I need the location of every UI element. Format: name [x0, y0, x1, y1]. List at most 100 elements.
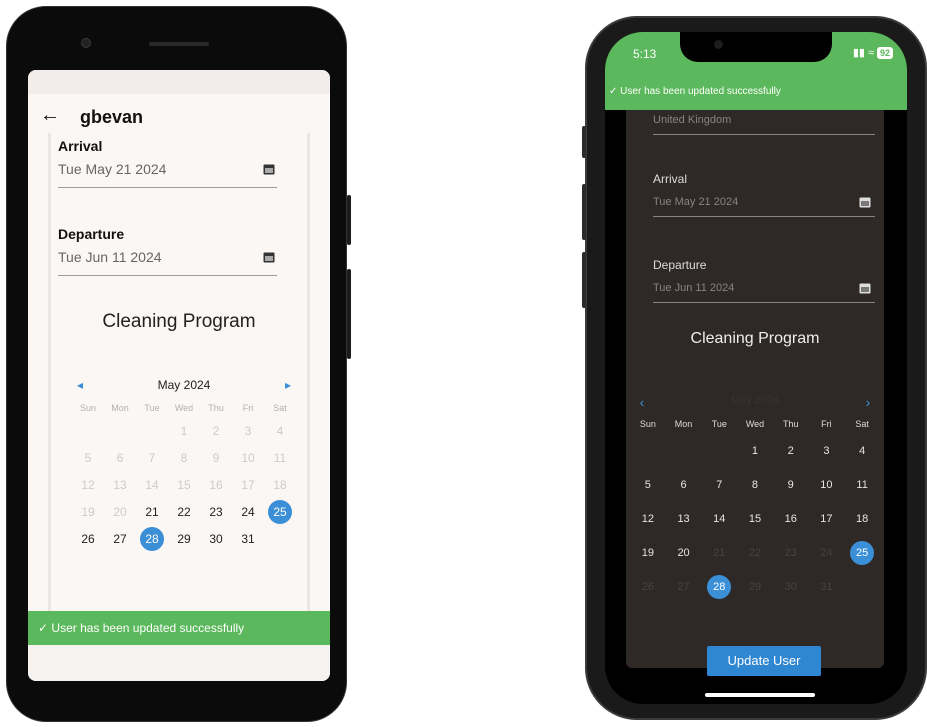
calendar-day: 9	[212, 451, 220, 465]
calendar-day[interactable]: 22	[168, 499, 200, 526]
calendar-day: 2	[212, 424, 220, 438]
section-title: Cleaning Program	[102, 311, 256, 332]
calendar-day[interactable]: 24	[232, 499, 264, 526]
calendar-day[interactable]: 29	[168, 526, 200, 553]
weekday-label: Wed	[745, 419, 765, 429]
calendar-day: 8	[180, 451, 188, 465]
check-circle-icon: ✓︎	[609, 86, 618, 97]
departure-value[interactable]: Tue Jun 11 2024	[58, 249, 162, 265]
calendar-day[interactable]: 9	[773, 468, 809, 502]
calendar-day[interactable]: 31	[232, 526, 264, 553]
calendar-day[interactable]: 11	[844, 468, 880, 502]
calendar-day[interactable]: 26	[72, 526, 104, 553]
calendar-day[interactable]: 2	[773, 434, 809, 468]
success-snackbar: ✓︎ User has been updated successfully	[28, 611, 330, 645]
calendar-day: 15	[177, 478, 191, 492]
home-indicator[interactable]	[705, 693, 815, 697]
status-icons: ▮▮ ≈ 92	[853, 46, 893, 59]
weekday-label: Tue	[711, 419, 727, 429]
signal-icon: ▮▮	[852, 47, 865, 59]
calendar-day[interactable]: 7	[701, 468, 737, 502]
calendar-day: 5	[84, 451, 92, 465]
departure-field[interactable]: Departure Tue Jun 11 2024	[653, 258, 875, 303]
calendar-day[interactable]: 12	[630, 502, 666, 536]
calendar-day: 11	[273, 451, 287, 465]
calendar-day[interactable]: 6	[666, 468, 702, 502]
snackbar-text: User has been updated successfully	[620, 86, 781, 97]
country-underline	[653, 134, 875, 135]
android-phone: ← gbevan Arrival Tue May 21 2024 Departu…	[6, 6, 351, 722]
weekday-header: Sun Mon Tue Wed Thu Fri Sat	[630, 414, 880, 434]
page-title: gbevan	[80, 107, 144, 127]
back-arrow-icon[interactable]: ←	[38, 104, 62, 128]
next-month-icon[interactable]: ▸	[280, 378, 296, 392]
calendar-icon[interactable]	[263, 251, 275, 263]
notch	[680, 32, 832, 62]
calendar-blank	[630, 434, 666, 468]
battery-icon: 92	[876, 46, 893, 59]
calendar-day: 23	[784, 547, 797, 559]
calendar: ◂ May 2024 ▸ Sun Mon Tue Wed Thu Fri Sat 12345…	[72, 378, 296, 553]
calendar-day-selected[interactable]: 28	[701, 570, 737, 604]
weekday-label: Tue	[144, 403, 160, 413]
calendar-blank	[104, 418, 136, 445]
arrival-field[interactable]: Arrival Tue May 21 2024	[653, 172, 875, 217]
calendar-day: 12	[81, 478, 95, 492]
calendar-day-selected[interactable]: 25	[844, 536, 880, 570]
calendar-day: 24	[820, 547, 833, 559]
country-value[interactable]: United Kingdom	[653, 114, 731, 126]
calendar-day[interactable]: 20	[666, 536, 702, 570]
calendar-day-selected[interactable]: 28	[136, 526, 168, 553]
arrival-label: Arrival	[58, 138, 103, 154]
front-camera	[81, 38, 91, 48]
calendar-day[interactable]: 17	[809, 502, 845, 536]
calendar-day[interactable]: 23	[200, 499, 232, 526]
calendar-day[interactable]: 14	[701, 502, 737, 536]
calendar-icon[interactable]	[859, 282, 871, 294]
arrival-field[interactable]: Arrival Tue May 21 2024	[58, 138, 277, 188]
weekday-label: Sun	[639, 419, 656, 429]
departure-value[interactable]: Tue Jun 11 2024	[653, 282, 734, 294]
departure-underline	[653, 302, 875, 303]
calendar-day[interactable]: 21	[136, 499, 168, 526]
weekday-label: Fri	[821, 419, 832, 429]
calendar-day[interactable]: 3	[809, 434, 845, 468]
calendar-day[interactable]: 8	[737, 468, 773, 502]
calendar-icon[interactable]	[859, 196, 871, 208]
earpiece-speaker	[149, 42, 209, 46]
calendar-day[interactable]: 4	[844, 434, 880, 468]
arrival-underline	[653, 216, 875, 217]
calendar-icon[interactable]	[263, 163, 275, 175]
calendar-day[interactable]: 15	[737, 502, 773, 536]
weekday-label: Wed	[174, 403, 194, 413]
calendar: ‹ May 2024 › Sun Mon Tue Wed Thu Fri Sat 12345…	[630, 394, 880, 604]
calendar-day: 18	[273, 478, 287, 492]
calendar-day[interactable]: 19	[630, 536, 666, 570]
calendar-day: 17	[241, 478, 255, 492]
arrival-value[interactable]: Tue May 21 2024	[58, 161, 166, 177]
calendar-day: 3	[244, 424, 252, 438]
calendar-day[interactable]: 13	[666, 502, 702, 536]
calendar-day[interactable]: 16	[773, 502, 809, 536]
weekday-header: Sun Mon Tue Wed Thu Fri Sat	[72, 398, 296, 418]
country-field[interactable]: United Kingdom	[653, 110, 875, 135]
calendar-day[interactable]: 10	[809, 468, 845, 502]
calendar-day[interactable]: 5	[630, 468, 666, 502]
calendar-day-selected[interactable]: 25	[264, 499, 296, 526]
arrival-label: Arrival	[653, 172, 688, 186]
arrival-value[interactable]: Tue May 21 2024	[653, 196, 738, 208]
calendar-day: 14	[145, 478, 159, 492]
calendar-day[interactable]: 30	[200, 526, 232, 553]
calendar-day[interactable]: 18	[844, 502, 880, 536]
calendar-day[interactable]: 1	[737, 434, 773, 468]
weekday-label: Sun	[79, 403, 96, 413]
chevron-right-icon[interactable]: ›	[860, 394, 876, 410]
update-user-button[interactable]: Update User	[707, 646, 821, 676]
status-bar	[28, 70, 330, 94]
calendar-day[interactable]: 27	[104, 526, 136, 553]
volume-down-button	[582, 252, 586, 308]
status-time: 5:13	[633, 47, 657, 61]
departure-field[interactable]: Departure Tue Jun 11 2024	[58, 226, 277, 276]
arrival-underline	[58, 187, 277, 188]
weekday-label: Thu	[782, 419, 799, 429]
